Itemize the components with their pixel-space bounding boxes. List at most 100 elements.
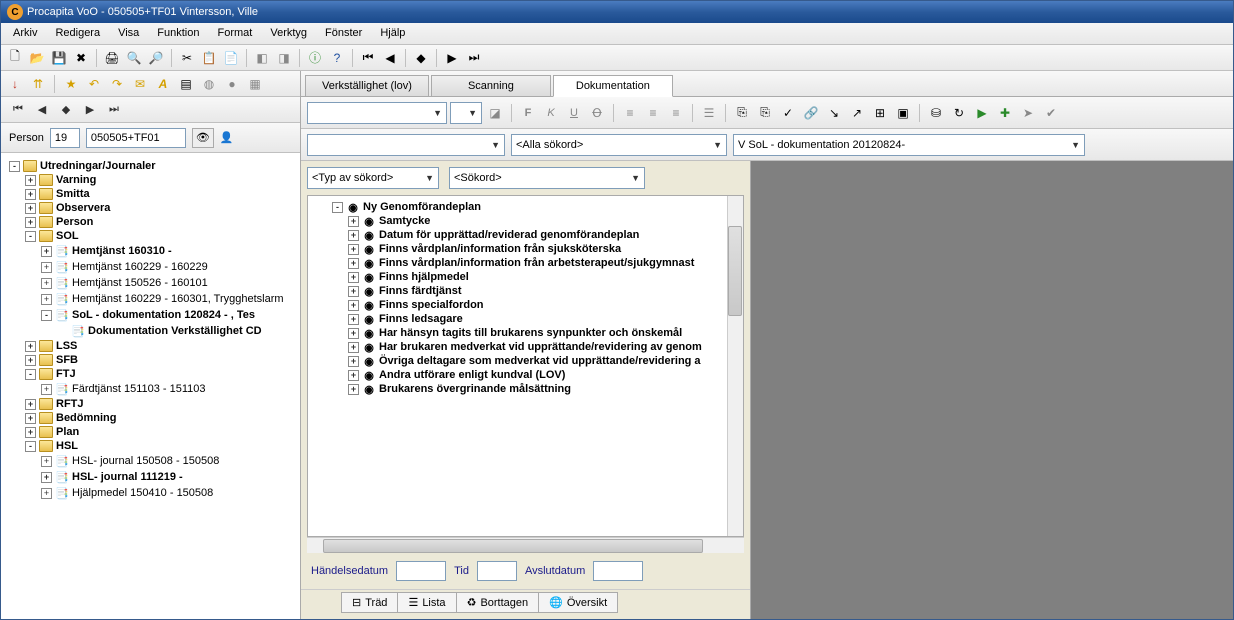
tab-scanning[interactable]: Scanning (431, 75, 551, 96)
left-tree[interactable]: -Utredningar/Journaler+Varning+Smitta+Ob… (1, 153, 300, 619)
expand-icon[interactable]: + (25, 399, 36, 410)
copy-icon[interactable]: 📋 (199, 48, 219, 68)
tab-verkstallighet[interactable]: Verkställighet (lov) (305, 75, 429, 96)
expand-icon[interactable]: + (41, 278, 52, 289)
person-icon[interactable]: 👤 (220, 131, 234, 144)
bold-icon[interactable]: F (518, 103, 538, 123)
link-icon[interactable]: 🔗 (801, 103, 821, 123)
nav-marker-icon[interactable]: ◆ (411, 48, 431, 68)
doc-tree-node[interactable]: +◉Övriga deltagare som medverkat vid upp… (312, 354, 739, 368)
tree-node[interactable]: +RFTJ (3, 397, 298, 411)
strike-icon[interactable]: Ꝋ (587, 103, 607, 123)
tree-node[interactable]: +📑Hemtjänst 160229 - 160229 (3, 259, 298, 275)
nav-prev-icon[interactable]: ◀ (33, 103, 51, 116)
nav-first-icon[interactable]: ⏮ (358, 48, 378, 68)
forward-icon[interactable]: ➤ (1018, 103, 1038, 123)
tree-node[interactable]: +📑Färdtjänst 151103 - 151103 (3, 381, 298, 397)
doc-tree-node[interactable]: +◉Brukarens övergrinande målsättning (312, 382, 739, 396)
expand-icon[interactable]: + (41, 456, 52, 467)
tree-node[interactable]: +📑HSL- journal 111219 - (3, 469, 298, 485)
menu-arkiv[interactable]: Arkiv (5, 25, 45, 42)
doc-tree-node[interactable]: +◉Har hänsyn tagits till brukarens synpu… (312, 326, 739, 340)
tree-icon[interactable]: ⊞ (870, 103, 890, 123)
person-id-input[interactable] (86, 128, 186, 148)
tree-node[interactable]: 📑Dokumentation Verkställighet CD (3, 323, 298, 339)
refresh-icon[interactable]: ↻ (949, 103, 969, 123)
new-icon[interactable]: 🗋 (5, 48, 25, 68)
vscroll-thumb[interactable] (728, 226, 742, 316)
check-icon[interactable]: ✔ (1041, 103, 1061, 123)
expand-icon[interactable]: + (25, 355, 36, 366)
doc-tree-node[interactable]: +◉Har brukaren medverkat vid upprättande… (312, 340, 739, 354)
import-icon[interactable]: ↘ (824, 103, 844, 123)
person-num-input[interactable] (50, 128, 80, 148)
expand-icon[interactable]: + (25, 427, 36, 438)
tree-node[interactable]: +Varning (3, 173, 298, 187)
type-combo[interactable]: <Typ av sökord>▼ (307, 167, 439, 189)
tool-a-icon[interactable]: ◧ (252, 48, 272, 68)
handelse-input[interactable] (396, 561, 446, 581)
tree-node[interactable]: -SOL (3, 229, 298, 243)
expand-icon[interactable]: + (348, 300, 359, 311)
info-icon[interactable]: ⓘ (305, 48, 325, 68)
collapse-icon[interactable]: - (41, 310, 52, 321)
save-icon[interactable]: 💾 (49, 48, 69, 68)
expand-icon[interactable]: + (25, 175, 36, 186)
expand-icon[interactable]: + (348, 314, 359, 325)
expand-icon[interactable]: + (25, 413, 36, 424)
tool-b-icon[interactable]: ◨ (274, 48, 294, 68)
expand-icon[interactable]: + (41, 246, 52, 257)
nav-next-icon[interactable]: ▶ (81, 103, 99, 116)
expand-icon[interactable]: + (348, 244, 359, 255)
grid-icon[interactable]: ▦ (245, 74, 265, 94)
tree-node[interactable]: +📑HSL- journal 150508 - 150508 (3, 453, 298, 469)
tree-node[interactable]: +📑Hjälpmedel 150410 - 150508 (3, 485, 298, 501)
doc-tree-node[interactable]: +◉Finns specialfordon (312, 298, 739, 312)
doc-tree-node[interactable]: +◉Finns färdtjänst (312, 284, 739, 298)
tree-node[interactable]: -📑SoL - dokumentation 120824 - , Tes (3, 307, 298, 323)
nav-marker-icon[interactable]: ◆ (57, 103, 75, 116)
cut-icon[interactable]: ✂ (177, 48, 197, 68)
menu-format[interactable]: Format (210, 25, 261, 42)
vtab-trad[interactable]: ⊟Träd (341, 592, 398, 613)
underline-icon[interactable]: U (564, 103, 584, 123)
tree-node[interactable]: -Utredningar/Journaler (3, 159, 298, 173)
cylinder-icon[interactable]: ◍ (199, 74, 219, 94)
hscroll-thumb[interactable] (323, 539, 703, 553)
color-icon[interactable]: ◪ (485, 103, 505, 123)
expand-icon[interactable]: + (348, 258, 359, 269)
hscrollbar[interactable] (307, 537, 744, 553)
paste-icon[interactable]: 📄 (221, 48, 241, 68)
doc-tree-node[interactable]: +◉Finns ledsagare (312, 312, 739, 326)
tree-node[interactable]: +Person (3, 215, 298, 229)
star-icon[interactable]: ★ (61, 74, 81, 94)
search1-combo[interactable]: ▼ (307, 134, 505, 156)
tid-input[interactable] (477, 561, 517, 581)
doc-tree-node[interactable]: +◉Datum för upprättad/reviderad genomför… (312, 228, 739, 242)
vscrollbar[interactable] (727, 196, 743, 536)
a-icon[interactable]: A (153, 74, 173, 94)
doc-tree-node[interactable]: +◉Samtycke (312, 214, 739, 228)
add-icon[interactable]: ✚ (995, 103, 1015, 123)
nav-last-icon[interactable]: ⏭ (464, 48, 484, 68)
tree-node[interactable]: +📑Hemtjänst 160310 - (3, 243, 298, 259)
expand-icon[interactable]: + (348, 216, 359, 227)
view-person-icon[interactable]: 👁 (192, 128, 214, 148)
vtab-borttagen[interactable]: ♻Borttagen (457, 592, 540, 613)
tool1-icon[interactable]: ⎘ (732, 103, 752, 123)
collapse-icon[interactable]: - (25, 231, 36, 242)
doc-icon[interactable]: ▣ (893, 103, 913, 123)
expand-icon[interactable]: + (41, 472, 52, 483)
tree-node[interactable]: -FTJ (3, 367, 298, 381)
expand-icon[interactable]: + (25, 189, 36, 200)
nav-last-icon[interactable]: ⏭ (105, 103, 123, 116)
expand-icon[interactable]: + (348, 356, 359, 367)
expand-icon[interactable]: + (41, 262, 52, 273)
tool2-icon[interactable]: ⎘ (755, 103, 775, 123)
nav-first-icon[interactable]: ⏮ (9, 103, 27, 116)
menu-funktion[interactable]: Funktion (149, 25, 207, 42)
align-right-icon[interactable]: ≡ (666, 103, 686, 123)
mail-icon[interactable]: ✉ (130, 74, 150, 94)
nav-prev-icon[interactable]: ◀ (380, 48, 400, 68)
doc-tree[interactable]: -◉Ny Genomförandeplan+◉Samtycke+◉Datum f… (307, 195, 744, 537)
